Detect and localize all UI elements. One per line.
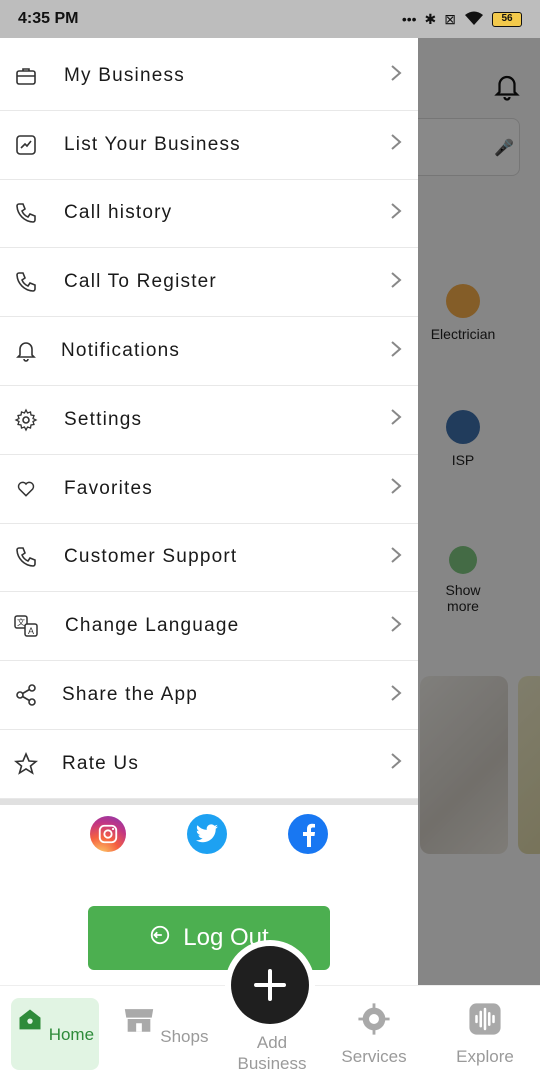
chevron-right-icon: [390, 340, 402, 363]
menu-item-favorites[interactable]: Favorites: [0, 455, 418, 524]
chevron-right-icon: [390, 408, 402, 431]
menu-item-change-language[interactable]: A文 Change Language: [0, 592, 418, 662]
share-icon: [12, 681, 40, 709]
menu-label: Change Language: [65, 615, 240, 637]
menu-item-notifications[interactable]: Notifications: [0, 317, 418, 386]
phone-icon: [12, 199, 40, 227]
chevron-right-icon: [390, 477, 402, 500]
menu-item-settings[interactable]: Settings: [0, 386, 418, 455]
nav-label: Services: [341, 1047, 407, 1066]
svg-text:A: A: [28, 626, 34, 636]
menu-item-share-the-app[interactable]: Share the App: [0, 661, 418, 730]
gear-icon: [358, 1003, 390, 1035]
more-dots-icon: •••: [401, 11, 417, 27]
chevron-right-icon: [390, 752, 402, 775]
sim-off-icon: ⊠: [444, 10, 456, 27]
drawer-menu: My Business List Your Business Call hist…: [0, 42, 418, 799]
star-icon: [12, 750, 40, 778]
battery-icon: 56: [492, 11, 522, 27]
chevron-right-icon: [390, 64, 402, 87]
status-bar: 4:35 PM ••• ✱ ⊠ 56: [0, 0, 540, 38]
gear-icon: [12, 406, 40, 434]
instagram-icon[interactable]: [90, 815, 127, 852]
menu-item-call-history[interactable]: Call history: [0, 180, 418, 249]
side-drawer: My Business List Your Business Call hist…: [0, 38, 418, 985]
home-icon: [19, 1009, 41, 1030]
social-links: [0, 805, 418, 863]
menu-item-list-your-business[interactable]: List Your Business: [0, 111, 418, 180]
menu-label: Settings: [64, 408, 143, 430]
chart-icon: [12, 131, 40, 159]
menu-item-rate-us[interactable]: Rate Us: [0, 730, 418, 799]
nav-shops[interactable]: Shops: [121, 998, 209, 1070]
bluetooth-icon: ✱: [424, 10, 437, 27]
twitter-icon[interactable]: [186, 813, 227, 854]
menu-label: Favorites: [64, 477, 153, 499]
wifi-icon: [464, 10, 484, 29]
phone-icon: [12, 268, 40, 296]
audio-wave-icon: [469, 1003, 501, 1035]
chevron-right-icon: [390, 271, 402, 294]
nav-label: Shops: [160, 1027, 209, 1046]
status-icons: ••• ✱ ⊠ 56: [402, 10, 522, 29]
chevron-right-icon: [390, 202, 402, 225]
nav-explore[interactable]: Explore: [441, 998, 529, 1070]
menu-label: Call history: [64, 202, 173, 224]
menu-label: Share the App: [62, 684, 199, 706]
nav-label: Home: [48, 1025, 95, 1044]
briefcase-icon: [12, 62, 40, 90]
menu-label: My Business: [64, 64, 185, 86]
shop-icon: [124, 1009, 153, 1032]
nav-services[interactable]: Services: [330, 998, 418, 1070]
nav-add-business[interactable]: Add Business: [228, 1032, 316, 1078]
status-time: 4:35 PM: [18, 10, 79, 27]
phone-icon: [12, 543, 40, 571]
translate-icon: A文: [12, 612, 40, 640]
chevron-right-icon: [390, 684, 402, 707]
logout-icon: [149, 924, 171, 953]
menu-label: Call To Register: [64, 271, 217, 293]
plus-icon: [254, 969, 286, 1001]
chevron-right-icon: [390, 546, 402, 569]
menu-item-my-business[interactable]: My Business: [0, 42, 418, 111]
menu-label: List Your Business: [64, 133, 241, 155]
add-business-fab[interactable]: [231, 946, 309, 1024]
chevron-right-icon: [390, 133, 402, 156]
nav-home[interactable]: Home: [11, 998, 99, 1070]
menu-item-customer-support[interactable]: Customer Support: [0, 524, 418, 593]
menu-label: Customer Support: [64, 546, 238, 568]
nav-label: Explore: [456, 1047, 514, 1066]
svg-text:文: 文: [17, 617, 25, 627]
facebook-icon[interactable]: [287, 813, 328, 854]
heart-icon: [12, 475, 40, 503]
nav-label: Add Business: [237, 1033, 307, 1073]
menu-item-call-to-register[interactable]: Call To Register: [0, 248, 418, 318]
menu-label: Rate Us: [62, 752, 140, 774]
bell-icon: [12, 337, 40, 365]
menu-label: Notifications: [61, 340, 181, 362]
chevron-right-icon: [390, 615, 402, 638]
